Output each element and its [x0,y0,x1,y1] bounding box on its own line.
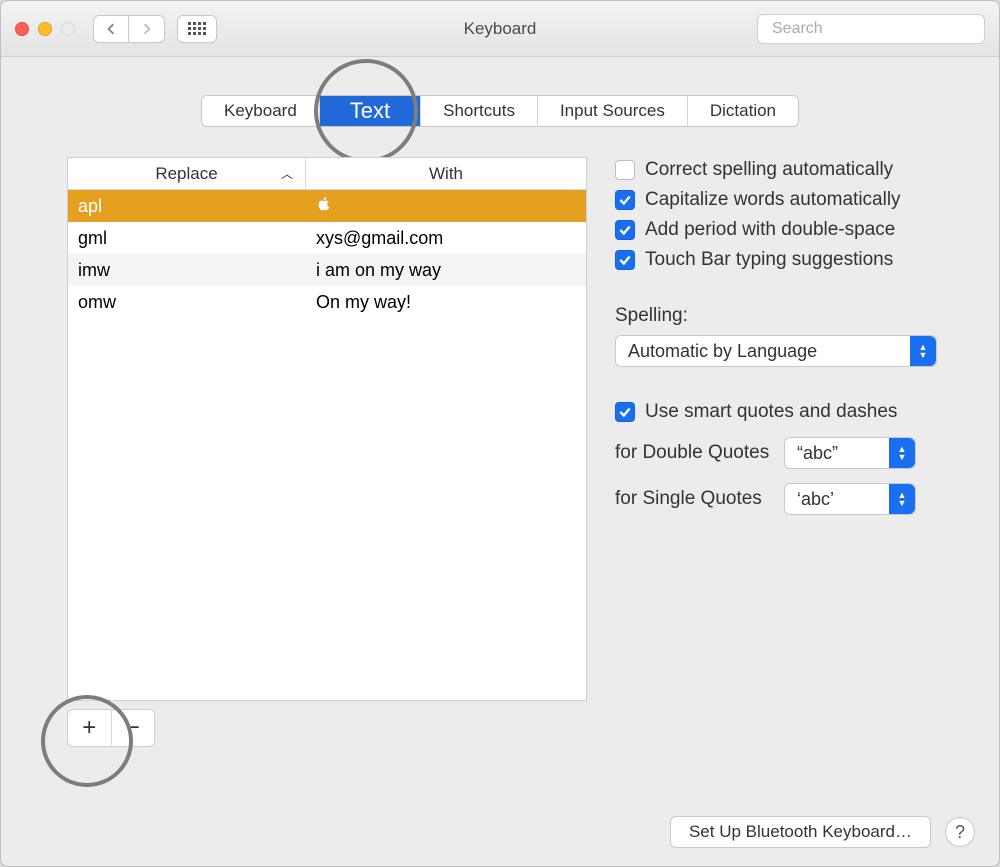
smart-quotes-checkbox[interactable] [615,402,635,422]
tab-bar: Keyboard Text Shortcuts Input Sources Di… [1,95,999,127]
column-replace[interactable]: Replace ︿ [68,158,306,189]
correct-spelling-checkbox[interactable] [615,160,635,180]
cell-replace: omw [68,292,306,313]
search-field[interactable] [757,14,985,44]
tab-keyboard[interactable]: Keyboard [202,96,320,126]
traffic-lights [15,22,75,36]
check-icon [618,223,632,237]
help-button[interactable]: ? [945,817,975,847]
show-all-button[interactable] [177,15,217,43]
cell-replace: imw [68,260,306,281]
add-remove-group: + − [67,709,155,747]
double-quotes-label: for Double Quotes [615,442,770,464]
table-body: apl gml xys@gmail.com imw i am on my way [68,190,586,700]
single-quotes-row: for Single Quotes ‘abc’ ▲▼ [615,483,969,515]
select-arrows-icon: ▲▼ [910,336,936,366]
back-button[interactable] [93,15,129,43]
tab-text[interactable]: Text [320,96,421,126]
select-arrows-icon: ▲▼ [889,484,915,514]
cell-with [306,196,586,217]
touchbar-row[interactable]: Touch Bar typing suggestions [615,249,969,271]
column-with[interactable]: With [306,158,586,189]
double-quotes-select[interactable]: “abc” ▲▼ [784,437,916,469]
apple-icon [316,196,332,212]
period-row[interactable]: Add period with double-space [615,219,969,241]
period-checkbox[interactable] [615,220,635,240]
minimize-window-button[interactable] [38,22,52,36]
cell-replace: gml [68,228,306,249]
capitalize-label: Capitalize words automatically [645,189,901,211]
chevron-right-icon [141,23,153,35]
bluetooth-keyboard-button[interactable]: Set Up Bluetooth Keyboard… [670,816,931,848]
column-with-label: With [429,164,463,184]
table-row[interactable]: imw i am on my way [68,254,586,286]
touchbar-label: Touch Bar typing suggestions [645,249,893,271]
capitalize-row[interactable]: Capitalize words automatically [615,189,969,211]
correct-spelling-row[interactable]: Correct spelling automatically [615,159,969,181]
sort-indicator-icon: ︿ [281,165,293,182]
options-panel: Correct spelling automatically Capitaliz… [615,157,969,747]
tab-dictation[interactable]: Dictation [688,96,798,126]
tab-shortcuts[interactable]: Shortcuts [421,96,538,126]
touchbar-checkbox[interactable] [615,250,635,270]
replacements-table[interactable]: Replace ︿ With apl gml [67,157,587,701]
check-icon [618,193,632,207]
smart-quotes-row[interactable]: Use smart quotes and dashes [615,401,969,423]
tab-input-sources[interactable]: Input Sources [538,96,688,126]
nav-buttons [93,15,165,43]
table-row[interactable]: omw On my way! [68,286,586,318]
tab-group: Keyboard Text Shortcuts Input Sources Di… [201,95,799,127]
smart-quotes-label: Use smart quotes and dashes [645,401,897,423]
correct-spelling-label: Correct spelling automatically [645,159,893,181]
add-button[interactable]: + [68,710,112,746]
spelling-value: Automatic by Language [628,341,817,362]
cell-with: On my way! [306,292,586,313]
spelling-select[interactable]: Automatic by Language ▲▼ [615,335,937,367]
remove-button[interactable]: − [112,710,155,746]
column-replace-label: Replace [155,164,217,184]
zoom-window-button[interactable] [61,22,75,36]
preferences-window: Keyboard Keyboard Text Shortcuts Input S… [0,0,1000,867]
double-quotes-row: for Double Quotes “abc” ▲▼ [615,437,969,469]
chevron-left-icon [105,23,117,35]
replacements-panel: Replace ︿ With apl gml [67,157,587,747]
cell-with: xys@gmail.com [306,228,586,249]
table-row[interactable]: apl [68,190,586,222]
spelling-label: Spelling: [615,305,969,327]
search-input[interactable] [772,20,979,38]
single-quotes-label: for Single Quotes [615,488,770,510]
titlebar: Keyboard [1,1,999,57]
check-icon [618,405,632,419]
check-icon [618,253,632,267]
bottom-bar: Set Up Bluetooth Keyboard… ? [670,816,975,848]
single-quotes-value: ‘abc’ [797,489,834,510]
forward-button[interactable] [129,15,165,43]
capitalize-checkbox[interactable] [615,190,635,210]
table-header: Replace ︿ With [68,158,586,190]
single-quotes-select[interactable]: ‘abc’ ▲▼ [784,483,916,515]
grid-icon [188,22,206,35]
content-area: Replace ︿ With apl gml [1,127,999,747]
table-row[interactable]: gml xys@gmail.com [68,222,586,254]
double-quotes-value: “abc” [797,443,838,464]
period-label: Add period with double-space [645,219,895,241]
close-window-button[interactable] [15,22,29,36]
select-arrows-icon: ▲▼ [889,438,915,468]
cell-with: i am on my way [306,260,586,281]
cell-replace: apl [68,196,306,217]
